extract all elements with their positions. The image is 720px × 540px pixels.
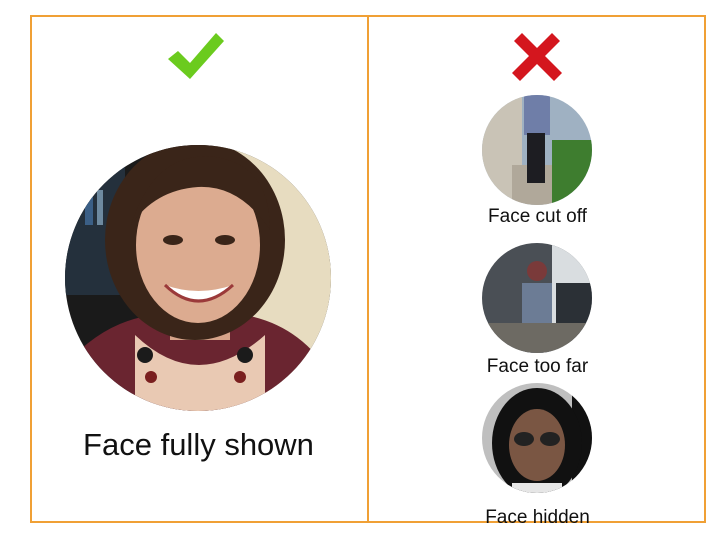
example-caption: Face cut off	[488, 206, 587, 227]
face-fully-shown-photo	[65, 145, 331, 411]
person-distant-porch-photo	[482, 243, 592, 353]
good-caption: Face fully shown	[83, 427, 314, 462]
check-icon	[166, 29, 226, 83]
bad-examples-panel: Face cut off Face too far Face hidden	[369, 15, 706, 528]
good-example-panel: Face fully shown	[30, 15, 367, 523]
cross-icon	[510, 33, 564, 83]
example-caption: Face hidden	[485, 507, 590, 528]
person-sunglasses-photo	[482, 383, 592, 493]
example-caption: Face too far	[486, 356, 589, 377]
person-standing-outdoors-photo	[482, 95, 592, 205]
